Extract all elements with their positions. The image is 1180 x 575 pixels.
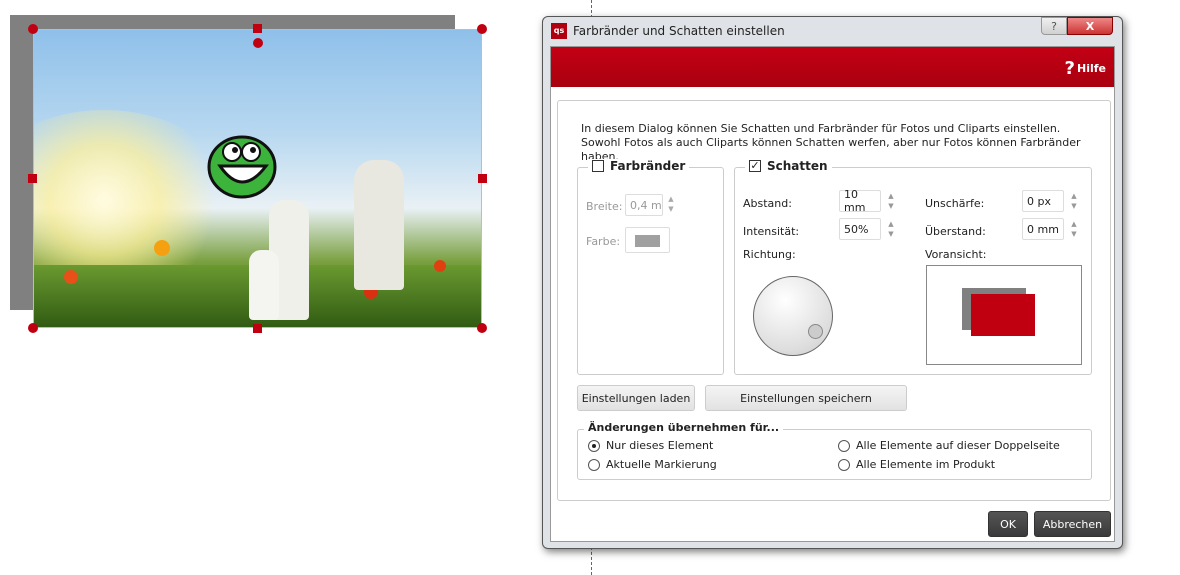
ueberstand-spinner-arrows[interactable]: ▲ ▼ [1067,219,1081,241]
radio-only-this-element[interactable]: Nur dieses Element [588,439,713,452]
smiley-clipart[interactable] [206,134,278,200]
radio-all-on-spread[interactable]: Alle Elemente auf dieser Doppelseite [838,439,1060,452]
radio-current-selection[interactable]: Aktuelle Markierung [588,458,717,471]
abstand-label: Abstand: [743,197,792,210]
shadow-settings-dialog: qs Farbränder und Schatten einstellen ? … [542,16,1123,549]
schatten-checkbox[interactable]: ✓ Schatten [745,159,832,173]
preview-element [971,294,1035,336]
ueberstand-value: 0 mm [1027,222,1059,236]
radio-all-in-product[interactable]: Alle Elemente im Produkt [838,458,995,471]
app-icon: qs [551,23,567,39]
question-icon: ? [1064,58,1075,79]
farbe-color-picker[interactable] [625,227,670,253]
person-child [249,250,279,320]
voransicht-label: Voransicht: [925,248,987,261]
help-link[interactable]: ? Hilfe [1065,58,1106,79]
option-label: Nur dieses Element [606,439,714,452]
intensitaet-value: 50% [844,222,869,236]
radio-selected-icon [588,439,600,452]
person-woman [354,160,404,290]
farbe-label: Farbe: [586,235,621,248]
richtung-label: Richtung: [743,248,796,261]
intensitaet-spinner-arrows[interactable]: ▲ ▼ [884,219,898,241]
rotate-handle[interactable] [253,38,263,48]
abstand-input[interactable]: 10 mm ▲ ▼ [839,188,894,214]
radio-icon [838,458,850,471]
ok-button[interactable]: OK [988,511,1028,537]
dial-knob[interactable] [808,324,823,339]
breite-spinner-arrows[interactable]: ▲ ▼ [664,194,678,216]
shadow-preview [926,265,1082,365]
intensitaet-label: Intensität: [743,225,800,238]
direction-dial[interactable] [753,276,833,356]
ueberstand-input[interactable]: 0 mm ▲ ▼ [1022,218,1077,240]
option-label: Aktuelle Markierung [606,458,717,471]
dialog-header-bar: ? Hilfe [551,47,1114,87]
dialog-title: Farbränder und Schatten einstellen [573,24,785,38]
option-label: Alle Elemente im Produkt [856,458,996,471]
resize-handle-top[interactable] [253,24,262,33]
description-text: In diesem Dialog können Sie Schatten und… [581,122,1081,163]
abstand-spinner-arrows[interactable]: ▲ ▼ [884,191,898,213]
close-button[interactable]: X [1067,17,1113,35]
apply-group: Änderungen übernehmen für... Nur dieses … [577,421,1092,480]
resize-handle-bottom-left[interactable] [28,323,38,333]
schatten-label: Schatten [767,159,828,173]
radio-icon [588,458,600,471]
farbraender-label: Farbränder [610,159,686,173]
unschaerfe-label: Unschärfe: [925,197,985,210]
resize-handle-right[interactable] [478,174,487,183]
breite-label: Breite: [586,200,623,213]
option-label: Alle Elemente auf dieser Doppelseite [856,439,1060,452]
radio-icon [838,439,850,452]
resize-handle-left[interactable] [28,174,37,183]
unschaerfe-spinner-arrows[interactable]: ▲ ▼ [1067,191,1081,213]
cancel-button[interactable]: Abbrechen [1034,511,1111,537]
intensitaet-input[interactable]: 50% ▲ ▼ [839,218,894,240]
schatten-group: ✓ Schatten Abstand: 10 mm ▲ ▼ Intensität: 5… [734,159,1092,375]
abstand-value: 10 mm [844,188,866,214]
checkbox-checked-icon: ✓ [749,159,761,172]
ueberstand-label: Überstand: [925,225,986,238]
resize-handle-bottom-right[interactable] [477,323,487,333]
load-settings-button[interactable]: Einstellungen laden [577,385,695,411]
checkbox-unchecked-icon [592,160,604,172]
help-title-button[interactable]: ? [1041,17,1067,35]
resize-handle-bottom[interactable] [253,324,262,333]
help-label: Hilfe [1077,62,1106,75]
sun-glow [34,110,234,290]
breite-input[interactable]: 0,4 mm [625,194,663,216]
unschaerfe-value: 0 px [1027,194,1051,208]
farbraender-group: Farbränder Breite: 0,4 mm ▲▼ Farbe: [577,159,724,375]
apply-label: Änderungen übernehmen für... [584,421,784,434]
settings-panel: In diesem Dialog können Sie Schatten und… [557,100,1111,501]
selected-photo[interactable] [33,29,482,328]
resize-handle-top-left[interactable] [28,24,38,34]
resize-handle-top-right[interactable] [477,24,487,34]
unschaerfe-input[interactable]: 0 px ▲ ▼ [1022,190,1077,212]
save-settings-button[interactable]: Einstellungen speichern [705,385,907,411]
color-swatch [635,235,660,247]
breite-value: 0,4 mm [630,198,662,212]
farbraender-checkbox[interactable]: Farbränder [588,159,690,173]
